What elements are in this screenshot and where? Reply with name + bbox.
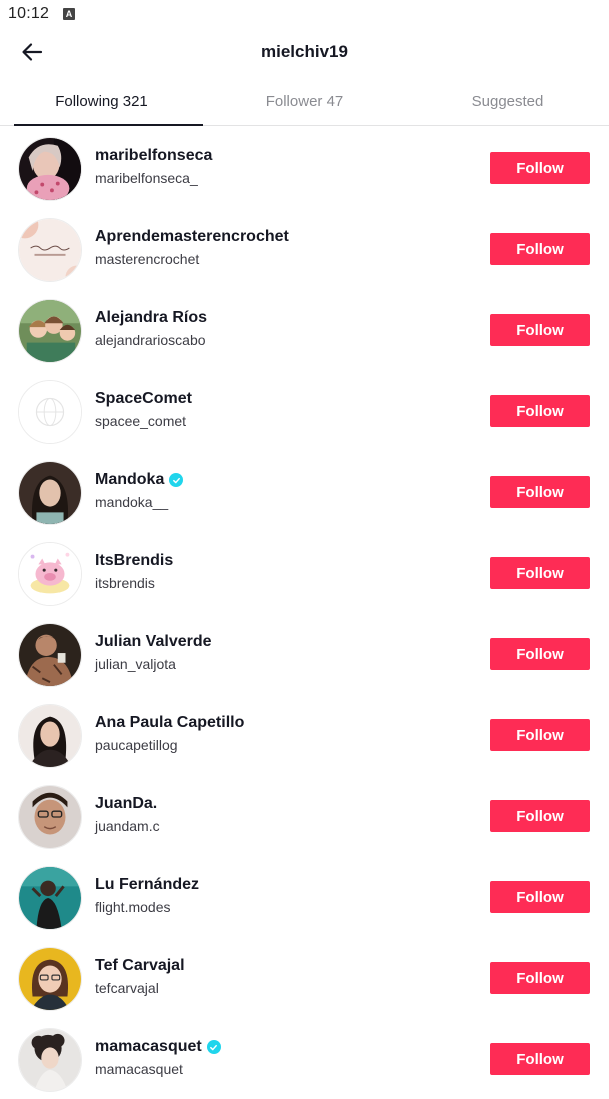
user-names: Aprendemasterencrochet masterencrochet xyxy=(95,228,289,267)
avatar[interactable] xyxy=(18,461,82,525)
display-name[interactable]: mamacasquet xyxy=(95,1038,202,1056)
user-names: Tef Carvajal tefcarvajal xyxy=(95,957,185,996)
display-name[interactable]: Julian Valverde xyxy=(95,633,212,651)
follow-button[interactable]: Follow xyxy=(490,638,590,670)
list-item[interactable]: SpaceComet spacee_comet Follow xyxy=(0,370,609,451)
profile-photo-icon xyxy=(19,867,81,929)
list-item[interactable]: maribelfonseca maribelfonseca_ Follow xyxy=(0,127,609,208)
username: paucapetillog xyxy=(95,737,178,753)
follow-button[interactable]: Follow xyxy=(490,1043,590,1075)
display-name[interactable]: ItsBrendis xyxy=(95,552,173,570)
tab-following[interactable]: Following 321 xyxy=(0,78,203,126)
follow-button[interactable]: Follow xyxy=(490,800,590,832)
display-name[interactable]: SpaceComet xyxy=(95,390,192,408)
display-name[interactable]: Lu Fernández xyxy=(95,876,199,894)
avatar[interactable] xyxy=(18,866,82,930)
page-title: mielchiv19 xyxy=(261,42,348,61)
follow-button[interactable]: Follow xyxy=(490,152,590,184)
profile-photo-icon xyxy=(19,624,81,686)
username: mandoka__ xyxy=(95,494,169,510)
arrow-left-icon xyxy=(22,43,43,61)
user-names: ItsBrendis itsbrendis xyxy=(95,552,173,591)
avatar[interactable] xyxy=(18,1028,82,1092)
list-item[interactable]: JuanDa. juandam.c Follow xyxy=(0,775,609,856)
profile-photo-icon xyxy=(19,138,81,200)
tab-follower[interactable]: Follower 47 xyxy=(203,78,406,125)
status-bar: 10:12 A xyxy=(0,0,609,28)
avatar[interactable] xyxy=(18,299,82,363)
username: julian_valjota xyxy=(95,656,176,672)
follow-button[interactable]: Follow xyxy=(490,233,590,265)
list-item[interactable]: Tef Carvajal tefcarvajal Follow xyxy=(0,937,609,1018)
avatar[interactable] xyxy=(18,218,82,282)
user-names: Ana Paula Capetillo paucapetillog xyxy=(95,714,244,753)
list-item[interactable]: Lu Fernández flight.modes Follow xyxy=(0,856,609,937)
user-names: SpaceComet spacee_comet xyxy=(95,390,192,429)
profile-photo-icon xyxy=(19,1029,81,1091)
follow-button[interactable]: Follow xyxy=(490,719,590,751)
list-item[interactable]: Mandoka mandoka__ Follow xyxy=(0,451,609,532)
username: flight.modes xyxy=(95,899,171,915)
avatar[interactable] xyxy=(18,623,82,687)
user-names: Lu Fernández flight.modes xyxy=(95,876,199,915)
tab-suggested[interactable]: Suggested xyxy=(406,78,609,125)
follow-button[interactable]: Follow xyxy=(490,395,590,427)
username: tefcarvajal xyxy=(95,980,159,996)
globe-icon xyxy=(19,381,81,443)
follow-button[interactable]: Follow xyxy=(490,314,590,346)
follow-button[interactable]: Follow xyxy=(490,962,590,994)
cartoon-pig-icon xyxy=(19,543,81,605)
profile-photo-icon xyxy=(19,705,81,767)
profile-photo-icon xyxy=(19,462,81,524)
follow-button[interactable]: Follow xyxy=(490,881,590,913)
status-time: 10:12 xyxy=(8,5,50,22)
profile-photo-icon xyxy=(19,219,81,281)
username: masterencrochet xyxy=(95,251,200,267)
avatar[interactable] xyxy=(18,785,82,849)
display-name[interactable]: Tef Carvajal xyxy=(95,957,185,975)
profile-photo-icon xyxy=(19,948,81,1010)
profile-photo-icon xyxy=(19,786,81,848)
display-name[interactable]: Mandoka xyxy=(95,471,164,489)
username: alejandrarioscabo xyxy=(95,332,206,348)
list-item[interactable]: mamacasquet mamacasquet Follow xyxy=(0,1018,609,1099)
follow-button[interactable]: Follow xyxy=(490,476,590,508)
user-names: mamacasquet mamacasquet xyxy=(95,1038,221,1077)
username: spacee_comet xyxy=(95,413,187,429)
list-item[interactable]: Aprendemasterencrochet masterencrochet F… xyxy=(0,208,609,289)
user-names: maribelfonseca maribelfonseca_ xyxy=(95,147,212,186)
username: itsbrendis xyxy=(95,575,155,591)
top-header: mielchiv19 xyxy=(0,28,609,76)
display-name[interactable]: Ana Paula Capetillo xyxy=(95,714,244,732)
display-name[interactable]: Aprendemasterencrochet xyxy=(95,228,289,246)
verified-badge-icon xyxy=(169,473,184,487)
user-names: Alejandra Ríos alejandrarioscabo xyxy=(95,309,207,348)
list-item[interactable]: Ana Paula Capetillo paucapetillog Follow xyxy=(0,694,609,775)
list-item[interactable]: ItsBrendis itsbrendis Follow xyxy=(0,532,609,613)
verified-badge-icon xyxy=(206,1040,221,1054)
display-name[interactable]: JuanDa. xyxy=(95,795,157,813)
profile-photo-icon xyxy=(19,300,81,362)
display-name[interactable]: maribelfonseca xyxy=(95,147,212,165)
avatar[interactable] xyxy=(18,380,82,444)
user-names: Julian Valverde julian_valjota xyxy=(95,633,212,672)
follow-button[interactable]: Follow xyxy=(490,557,590,589)
avatar[interactable] xyxy=(18,947,82,1011)
tab-bar: Following 321 Follower 47 Suggested xyxy=(0,78,609,126)
username: mamacasquet xyxy=(95,1061,183,1077)
avatar[interactable] xyxy=(18,704,82,768)
avatar[interactable] xyxy=(18,542,82,606)
following-list: maribelfonseca maribelfonseca_ Follow Ap… xyxy=(0,127,609,1099)
back-button[interactable] xyxy=(16,36,48,68)
display-name[interactable]: Alejandra Ríos xyxy=(95,309,207,327)
user-names: Mandoka mandoka__ xyxy=(95,471,184,510)
avatar[interactable] xyxy=(18,137,82,201)
notification-icon: A xyxy=(63,8,76,20)
user-names: JuanDa. juandam.c xyxy=(95,795,160,834)
list-item[interactable]: Alejandra Ríos alejandrarioscabo Follow xyxy=(0,289,609,370)
username: maribelfonseca_ xyxy=(95,170,198,186)
list-item[interactable]: Julian Valverde julian_valjota Follow xyxy=(0,613,609,694)
username: juandam.c xyxy=(95,818,160,834)
